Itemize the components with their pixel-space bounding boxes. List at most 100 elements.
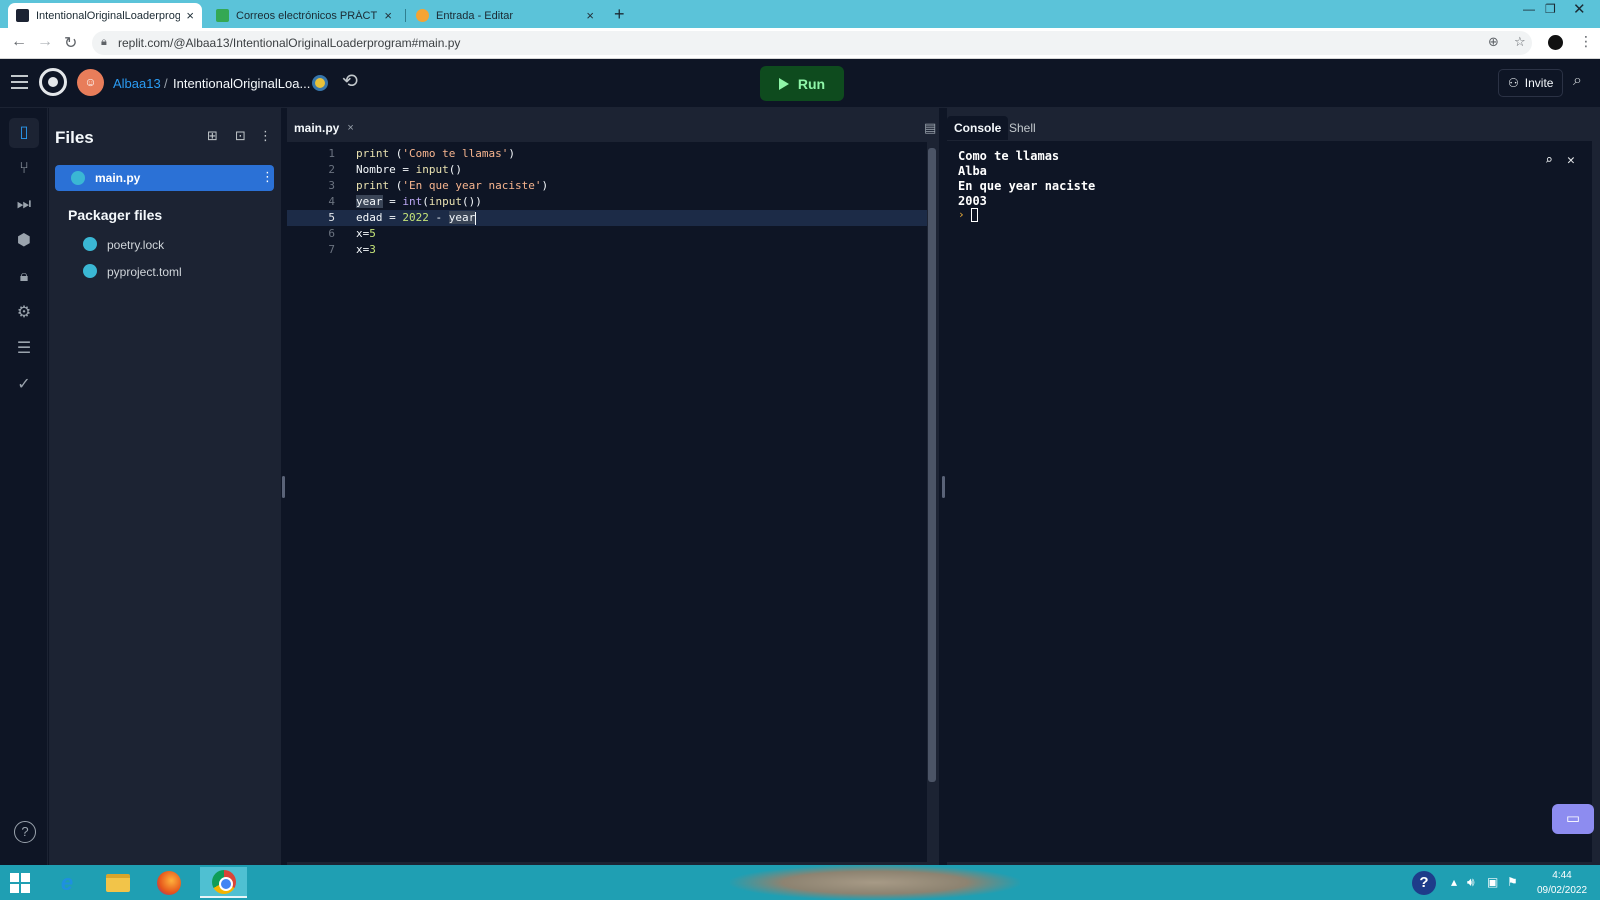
profile-avatar[interactable] xyxy=(1548,35,1563,50)
file-options-icon[interactable]: ⋮ xyxy=(261,169,274,185)
editor-tab-main-py[interactable]: main.py × xyxy=(287,116,361,140)
console-panel: Console Shell Como te llamas Alba En que… xyxy=(947,108,1600,865)
history-icon[interactable]: ⟲ xyxy=(342,70,358,93)
code-line: 3 print ('En que year naciste') xyxy=(328,179,549,192)
wallpaper-detail xyxy=(730,865,1020,900)
install-app-icon[interactable]: ⊕ xyxy=(1488,34,1499,50)
files-panel-title: Files xyxy=(55,128,94,147)
close-tab-icon[interactable]: × xyxy=(186,8,194,23)
settings-gear-icon[interactable]: ⚙ xyxy=(13,302,35,324)
code-line: 1 print ('Como te llamas') xyxy=(328,147,515,160)
unit-tests-check-icon[interactable]: ✓ xyxy=(13,374,35,396)
close-window-icon[interactable]: ✕ xyxy=(1573,0,1586,18)
invite-button[interactable]: ⚇ Invite xyxy=(1498,69,1564,97)
editor-scrollbar-thumb[interactable] xyxy=(928,148,936,782)
file-item-main-py[interactable]: main.py ⋮ xyxy=(55,165,274,191)
console-output[interactable]: Como te llamas Alba En que year naciste … xyxy=(947,141,1592,862)
console-prompt: › xyxy=(958,208,965,221)
url-field[interactable]: 🔒︎ replit.com/@Albaa13/IntentionalOrigin… xyxy=(92,31,1532,55)
editor-layout-icon[interactable]: ▤ xyxy=(924,120,936,136)
taskbar-explorer[interactable] xyxy=(98,867,138,898)
minimize-window-icon[interactable]: — xyxy=(1523,2,1535,16)
taskbar-clock[interactable]: 4:44 09/02/2022 xyxy=(1530,868,1594,898)
browser-address-bar: ← → ↻ 🔒︎ replit.com/@Albaa13/Intentional… xyxy=(0,28,1600,59)
browser-tab-correos[interactable]: Correos electrónicos PRÁCTICAS × xyxy=(208,3,400,28)
new-file-icon[interactable]: ⊞ xyxy=(207,128,218,144)
packages-icon[interactable]: ⬢ xyxy=(13,230,35,252)
tab-console[interactable]: Console xyxy=(947,116,1009,140)
packager-files-title: Packager files xyxy=(68,207,163,223)
console-line: En que year naciste xyxy=(958,179,1096,193)
file-explorer-icon xyxy=(106,873,130,892)
console-cursor xyxy=(971,208,978,222)
taskbar-ie[interactable]: e xyxy=(47,867,87,898)
replit-header: ☺ Albaa13 / IntentionalOriginalLoa... ⟲ … xyxy=(0,59,1600,108)
play-icon xyxy=(778,77,789,90)
tray-overflow-icon[interactable]: ▴ xyxy=(1451,875,1457,889)
new-folder-icon[interactable]: ⊡ xyxy=(235,128,246,144)
python-file-icon xyxy=(83,264,97,278)
clear-console-icon[interactable]: ✕ xyxy=(1567,153,1575,168)
windows-logo-icon xyxy=(10,872,30,893)
hamburger-menu-icon[interactable] xyxy=(11,75,28,93)
chat-icon[interactable]: ▭ xyxy=(1552,804,1594,834)
taskbar-firefox[interactable] xyxy=(149,867,189,898)
internet-explorer-icon: e xyxy=(60,869,74,895)
browser-tab-entrada[interactable]: Entrada - Editar × xyxy=(408,3,602,28)
tools-rail: ▯ ⑂ ⏭ ⬢ 🔒︎ ⚙ ☰ ✓ ? xyxy=(0,108,48,865)
bookmark-star-icon[interactable]: ☆ xyxy=(1514,34,1526,50)
repl-name[interactable]: IntentionalOriginalLoa... xyxy=(173,76,310,91)
tab-shell[interactable]: Shell xyxy=(1002,116,1043,140)
close-tab-icon[interactable]: × xyxy=(586,8,594,23)
close-tab-icon[interactable]: × xyxy=(347,122,353,134)
blogger-favicon-icon xyxy=(416,9,429,22)
panel-resize-handle[interactable] xyxy=(282,476,285,498)
browser-menu-icon[interactable]: ⋮ xyxy=(1579,33,1593,50)
user-avatar[interactable]: ☺ xyxy=(77,69,104,96)
run-button[interactable]: Run xyxy=(760,66,844,101)
console-line: Como te llamas xyxy=(958,149,1060,163)
python-language-icon xyxy=(312,75,328,91)
code-line: 7 x=3 xyxy=(328,243,376,256)
panel-resize-handle[interactable] xyxy=(942,476,945,498)
restore-window-icon[interactable]: ❐ xyxy=(1545,2,1556,16)
browser-tab-replit[interactable]: IntentionalOriginalLoaderprogram × xyxy=(8,3,202,28)
code-line: 4 year = int(input()) xyxy=(328,195,482,208)
files-more-icon[interactable]: ⋮ xyxy=(259,128,272,144)
search-icon[interactable]: ⌕ xyxy=(1573,72,1582,90)
code-area[interactable]: 1 print ('Como te llamas') 2 Nombre = in… xyxy=(287,142,927,862)
database-icon[interactable]: ☰ xyxy=(13,338,35,360)
editor-scrollbar[interactable] xyxy=(927,142,937,862)
forward-arrow-icon[interactable]: → xyxy=(37,33,53,51)
secrets-lock-icon[interactable]: 🔒︎ xyxy=(13,266,35,288)
breadcrumb-separator: / xyxy=(164,76,168,91)
debugger-icon[interactable]: ⏭ xyxy=(13,194,35,216)
close-tab-icon[interactable]: × xyxy=(384,8,392,23)
action-flag-icon[interactable]: ⚑ xyxy=(1507,875,1518,889)
replit-logo-icon[interactable] xyxy=(39,68,67,96)
files-icon[interactable]: ▯ xyxy=(13,122,35,144)
username-link[interactable]: Albaa13 xyxy=(113,76,161,91)
files-panel: Files ⊞ ⊡ ⋮ main.py ⋮ Packager files poe… xyxy=(49,108,281,865)
taskbar-chrome[interactable] xyxy=(200,867,247,898)
network-icon[interactable]: ▣ xyxy=(1487,875,1498,889)
reload-icon[interactable]: ↻ xyxy=(64,33,77,53)
code-editor: main.py × ▤ 1 print ('Como te llamas') 2… xyxy=(287,108,939,865)
new-tab-button[interactable]: + xyxy=(614,4,625,25)
console-line: Alba xyxy=(958,164,987,178)
chrome-icon xyxy=(211,869,236,894)
back-arrow-icon[interactable]: ← xyxy=(11,33,27,51)
python-file-icon xyxy=(71,171,85,185)
browser-tab-bar: IntentionalOriginalLoaderprogram × Corre… xyxy=(0,0,1600,28)
tab-separator xyxy=(405,9,406,22)
text-caret xyxy=(475,211,477,225)
drive-favicon-icon xyxy=(216,9,229,22)
version-control-icon[interactable]: ⑂ xyxy=(13,158,35,180)
console-search-icon[interactable]: ⌕ xyxy=(1545,153,1553,168)
volume-icon[interactable]: 🔊︎ xyxy=(1467,875,1475,890)
help-tray-icon[interactable]: ? xyxy=(1412,871,1436,895)
help-question-icon[interactable]: ? xyxy=(14,821,36,843)
add-user-icon: ⚇ xyxy=(1508,76,1519,90)
lock-icon: 🔒︎ xyxy=(101,36,107,48)
start-button[interactable] xyxy=(0,867,40,898)
